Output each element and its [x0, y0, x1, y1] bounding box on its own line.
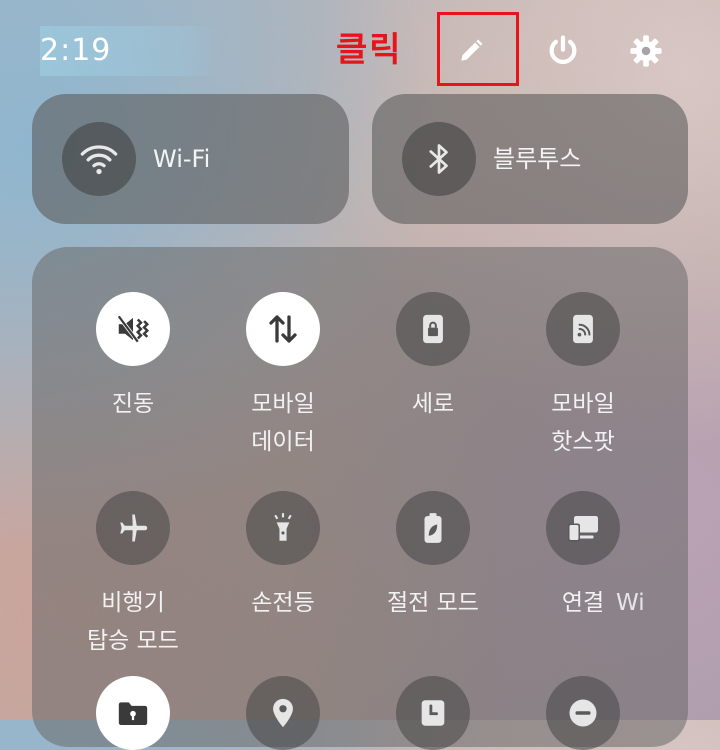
tile-battery-saver-label: 절전 모드	[387, 590, 479, 616]
partial-tile-label: Wi	[616, 590, 645, 616]
connected-devices-icon	[568, 516, 598, 542]
tile-airplane-label: 비행기 탑승 모드	[87, 590, 179, 654]
wifi-toggle[interactable]	[62, 122, 136, 196]
tile-airplane-button[interactable]	[96, 491, 170, 565]
bluetooth-label: 블루투스	[493, 145, 582, 173]
click-annotation: 클릭	[336, 30, 403, 70]
tile-battery-saver-button[interactable]	[396, 491, 470, 565]
power-button[interactable]	[538, 26, 588, 76]
highlight-box	[437, 12, 519, 86]
tile-flashlight-label: 손전등	[251, 590, 315, 616]
battery-saver-icon	[424, 513, 442, 543]
wifi-icon	[80, 145, 118, 175]
wifi-label: Wi-Fi	[153, 145, 211, 173]
bluetooth-icon	[429, 144, 448, 174]
wifi-tile[interactable]: Wi-Fi	[32, 94, 349, 224]
tile-mobile-data-button[interactable]	[246, 292, 320, 366]
tile-portrait-button[interactable]	[396, 292, 470, 366]
tile-flashlight-button[interactable]	[246, 491, 320, 565]
tile-do-not-disturb-button[interactable]	[546, 676, 620, 750]
bluetooth-tile[interactable]: 블루투스	[372, 94, 688, 224]
tile-secure-folder-button[interactable]	[96, 676, 170, 750]
tile-mobile-data-label: 모바일 데이터	[251, 391, 315, 455]
airplane-icon	[120, 514, 148, 542]
vibrate-mute-icon	[117, 315, 150, 343]
bluetooth-toggle[interactable]	[402, 122, 476, 196]
clock-icon	[421, 700, 445, 726]
mobile-data-icon	[269, 315, 297, 343]
tile-portrait-label: 세로	[411, 391, 455, 417]
gear-icon	[630, 35, 662, 67]
portrait-lock-icon	[423, 314, 443, 344]
power-icon	[549, 35, 577, 65]
tile-connected-devices-button[interactable]	[546, 491, 620, 565]
secure-folder-icon	[118, 702, 148, 726]
tile-vibrate-label: 진동	[111, 391, 155, 417]
settings-button[interactable]	[621, 26, 671, 76]
tile-clock-button[interactable]	[396, 676, 470, 750]
hotspot-icon	[573, 314, 593, 344]
flashlight-icon	[274, 513, 292, 541]
location-icon	[273, 698, 293, 728]
do-not-disturb-icon	[569, 699, 597, 727]
tile-hotspot-button[interactable]	[546, 292, 620, 366]
tile-vibrate-button[interactable]	[96, 292, 170, 366]
clock: 2:19	[40, 26, 220, 76]
tile-location-button[interactable]	[246, 676, 320, 750]
tile-hotspot-label: 모바일 핫스팟	[551, 391, 615, 455]
status-bar: 2:19 클릭	[0, 0, 720, 100]
